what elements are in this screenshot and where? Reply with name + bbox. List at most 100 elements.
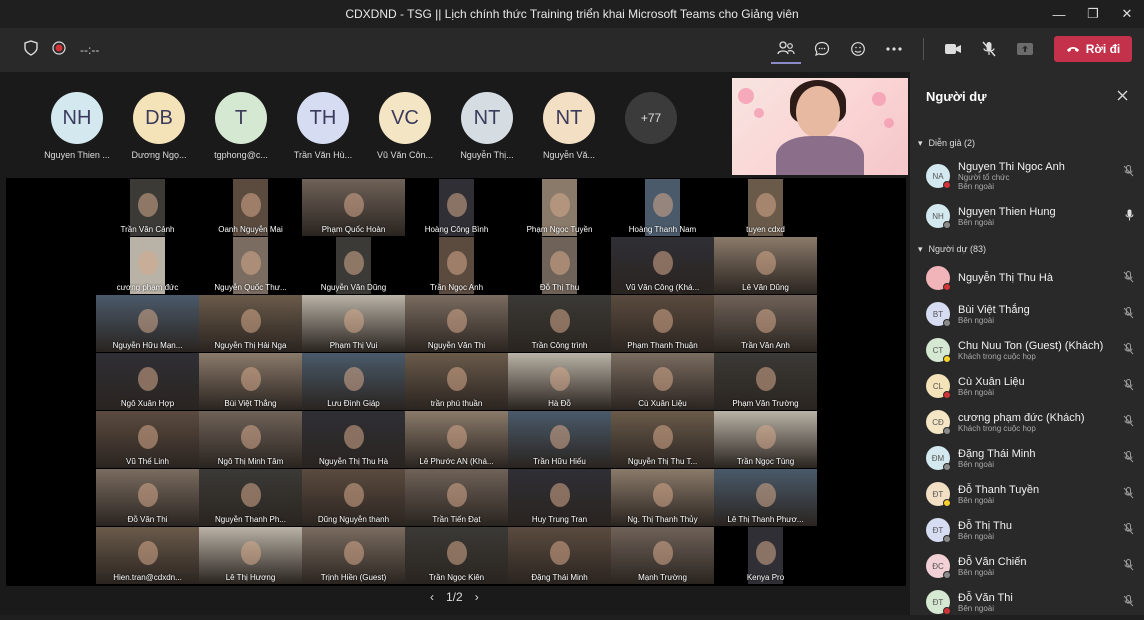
leave-button[interactable]: Rời đi bbox=[1054, 36, 1132, 62]
participant-name-label: Vũ Văn Công (Khá... bbox=[625, 283, 700, 292]
participant-video-tile[interactable]: Lê Thị Hương bbox=[199, 527, 302, 584]
chat-button[interactable] bbox=[807, 34, 837, 64]
participant-video-tile[interactable]: Hoàng Thanh Nam bbox=[611, 179, 714, 236]
avatar: NH bbox=[926, 204, 951, 229]
participant-video-tile[interactable]: Trần Tiến Đạt bbox=[405, 469, 508, 526]
participant-video-tile[interactable]: Trần Văn Anh bbox=[714, 295, 817, 352]
presenters-header: Diễn giả (2) bbox=[928, 138, 976, 148]
participant-video-tile[interactable]: Nguyễn Quốc Thư... bbox=[199, 237, 302, 294]
participant-video-tile[interactable]: Nguyễn Thị Thu T... bbox=[611, 411, 714, 468]
participant-video-tile[interactable]: Ng. Thị Thanh Thủy bbox=[611, 469, 714, 526]
participant-video-tile[interactable]: Phạm Thị Vui bbox=[302, 295, 405, 352]
participant-video-tile[interactable]: Nguyễn Văn Thi bbox=[405, 295, 508, 352]
participant-list-item[interactable]: CĐ cương phạm đức (Khách) Khách trong cuộc… bbox=[910, 404, 1144, 440]
participant-video-tile[interactable]: Nguyễn Thị Hải Nga bbox=[199, 295, 302, 352]
reactions-button[interactable] bbox=[843, 34, 873, 64]
presence-status-icon bbox=[943, 221, 951, 229]
minimize-icon[interactable]: — bbox=[1042, 0, 1076, 28]
participant-video-tile[interactable]: Mạnh Trường bbox=[611, 527, 714, 584]
participant-name-label: Phạm Thanh Thuận bbox=[627, 341, 698, 350]
shield-icon[interactable] bbox=[24, 39, 38, 61]
participant-list-item[interactable]: CL Cù Xuân Liệu Bên ngoài bbox=[910, 368, 1144, 404]
participant-list-item[interactable]: ĐC Đỗ Văn Chiến Bên ngoài bbox=[910, 548, 1144, 584]
participant-video-tile[interactable]: Trần Hữu Hiếu bbox=[508, 411, 611, 468]
participant-video-tile[interactable]: Đỗ Thị Thu bbox=[508, 237, 611, 294]
participant-video-tile[interactable]: Bùi Việt Thắng bbox=[199, 353, 302, 410]
participant-video-tile[interactable]: Phạm Quốc Hoàn bbox=[302, 179, 405, 236]
participant-video-tile[interactable]: Ngô Thị Minh Tâm bbox=[199, 411, 302, 468]
participant-video-tile[interactable]: trần phú thuần bbox=[405, 353, 508, 410]
participant-video-tile[interactable]: cương phạm đức bbox=[96, 237, 199, 294]
chevron-down-icon: ▾ bbox=[918, 137, 923, 148]
participant-avatar[interactable]: DB Dương Ngọ... bbox=[118, 92, 200, 160]
participant-list-item[interactable]: ĐM Đặng Thái Minh Bên ngoài bbox=[910, 440, 1144, 476]
participant-list-item[interactable]: BT Bùi Việt Thắng Bên ngoài bbox=[910, 296, 1144, 332]
participant-video-tile[interactable]: Trần Ngọc Tùng bbox=[714, 411, 817, 468]
participant-video-tile[interactable]: tuyen cdxd bbox=[714, 179, 817, 236]
presenter-video[interactable] bbox=[732, 78, 908, 175]
participant-video-tile[interactable]: Phạm Văn Trường bbox=[714, 353, 817, 410]
participant-video-tile[interactable]: Oanh Nguyễn Mai bbox=[199, 179, 302, 236]
microphone-button[interactable] bbox=[974, 34, 1004, 64]
participant-silhouette bbox=[138, 193, 158, 217]
participant-video-tile[interactable]: Huy Trung Tran bbox=[508, 469, 611, 526]
meeting-timer: --:-- bbox=[80, 43, 100, 57]
recording-icon bbox=[52, 40, 66, 60]
participant-video-tile[interactable]: Phạm Thanh Thuận bbox=[611, 295, 714, 352]
maximize-icon[interactable]: ❐ bbox=[1076, 0, 1110, 28]
participant-list-item[interactable]: NH Nguyen Thien Hung Bên ngoài bbox=[910, 198, 1144, 234]
participant-video-tile[interactable]: Đỗ Văn Thi bbox=[96, 469, 199, 526]
participant-video-tile[interactable]: Dũng Nguyễn thanh bbox=[302, 469, 405, 526]
participant-video-tile[interactable]: Hà Đỗ bbox=[508, 353, 611, 410]
attendees-section-header[interactable]: ▾ Người dự (83) bbox=[910, 238, 1144, 260]
participant-video-tile[interactable]: Lưu Đình Giáp bbox=[302, 353, 405, 410]
participant-name-label: Huy Trung Tran bbox=[531, 515, 588, 524]
people-button[interactable] bbox=[771, 34, 801, 64]
participant-video-tile[interactable]: Cù Xuân Liệu bbox=[611, 353, 714, 410]
participant-avatar[interactable]: VC Vũ Văn Côn... bbox=[364, 92, 446, 160]
more-actions-button[interactable] bbox=[879, 34, 909, 64]
participant-video-tile[interactable]: Trần Văn Cảnh bbox=[96, 179, 199, 236]
participant-avatar[interactable]: Ttgphong@c... bbox=[200, 92, 282, 160]
participant-video-tile[interactable]: Trịnh Hiền (Guest) bbox=[302, 527, 405, 584]
participant-video-tile[interactable]: Nguyễn Thị Thu Hà bbox=[302, 411, 405, 468]
more-participants-button[interactable]: +77 bbox=[610, 92, 692, 160]
participant-video-tile[interactable]: Lê Thị Thanh Phươ... bbox=[714, 469, 817, 526]
camera-button[interactable] bbox=[938, 34, 968, 64]
previous-page-icon[interactable]: ‹ bbox=[430, 590, 434, 604]
participant-video-tile[interactable]: Hien.tran@cdxdn... bbox=[96, 527, 199, 584]
participant-list-item[interactable]: NA Nguyen Thi Ngoc Anh Người tổ chức Bên ng… bbox=[910, 154, 1144, 198]
participant-video-tile[interactable]: Trần Công trình bbox=[508, 295, 611, 352]
participant-list-item[interactable]: ĐT Đỗ Thanh Tuyền Bên ngoài bbox=[910, 476, 1144, 512]
presenters-section-header[interactable]: ▾ Diễn giả (2) bbox=[910, 132, 1144, 154]
close-icon[interactable]: ✕ bbox=[1110, 0, 1144, 28]
participant-name-label: Trần Ngọc Kiên bbox=[428, 573, 485, 582]
next-page-icon[interactable]: › bbox=[475, 590, 479, 604]
participant-list-item[interactable]: ĐT Đỗ Thị Thu Bên ngoài bbox=[910, 512, 1144, 548]
participant-video-tile[interactable]: Hoàng Công Bình bbox=[405, 179, 508, 236]
participant-list-item[interactable]: Nguyễn Thị Thu Hà bbox=[910, 260, 1144, 296]
participant-video-tile[interactable]: Vũ Thế Linh bbox=[96, 411, 199, 468]
participant-video-tile[interactable]: Nguyễn Hữu Mạn... bbox=[96, 295, 199, 352]
participant-list-item[interactable]: CT Chu Nuu Ton (Guest) (Khách) Khách trong… bbox=[910, 332, 1144, 368]
avatar: DB bbox=[133, 92, 185, 144]
participant-name-label: Trần Công trình bbox=[531, 341, 588, 350]
participant-avatar[interactable]: NT Nguyễn Thị... bbox=[446, 92, 528, 160]
participant-video-tile[interactable]: Ngô Xuân Hợp bbox=[96, 353, 199, 410]
participant-video-tile[interactable]: Trần Ngọc Kiên bbox=[405, 527, 508, 584]
participant-video-tile[interactable]: Lê Phước AN (Khá... bbox=[405, 411, 508, 468]
participant-video-tile[interactable]: Phạm Ngọc Tuyền bbox=[508, 179, 611, 236]
participant-video-tile[interactable]: Trần Ngọc Anh bbox=[405, 237, 508, 294]
participant-avatar[interactable]: NT Nguyễn Vă... bbox=[528, 92, 610, 160]
close-panel-icon[interactable] bbox=[1117, 89, 1128, 104]
share-button[interactable] bbox=[1010, 34, 1040, 64]
participant-video-tile[interactable]: Kenya Pro bbox=[714, 527, 817, 584]
participant-video-tile[interactable]: Lê Văn Dũng bbox=[714, 237, 817, 294]
participant-video-tile[interactable]: Vũ Văn Công (Khá... bbox=[611, 237, 714, 294]
participant-avatar[interactable]: NH Nguyen Thien ... bbox=[36, 92, 118, 160]
participant-name-label: Lê Phước AN (Khá... bbox=[419, 457, 494, 466]
participant-avatar[interactable]: TH Trần Văn Hù... bbox=[282, 92, 364, 160]
participant-video-tile[interactable]: Nguyễn Thanh Ph... bbox=[199, 469, 302, 526]
participant-video-tile[interactable]: Nguyễn Văn Dũng bbox=[302, 237, 405, 294]
participant-video-tile[interactable]: Đặng Thái Minh bbox=[508, 527, 611, 584]
